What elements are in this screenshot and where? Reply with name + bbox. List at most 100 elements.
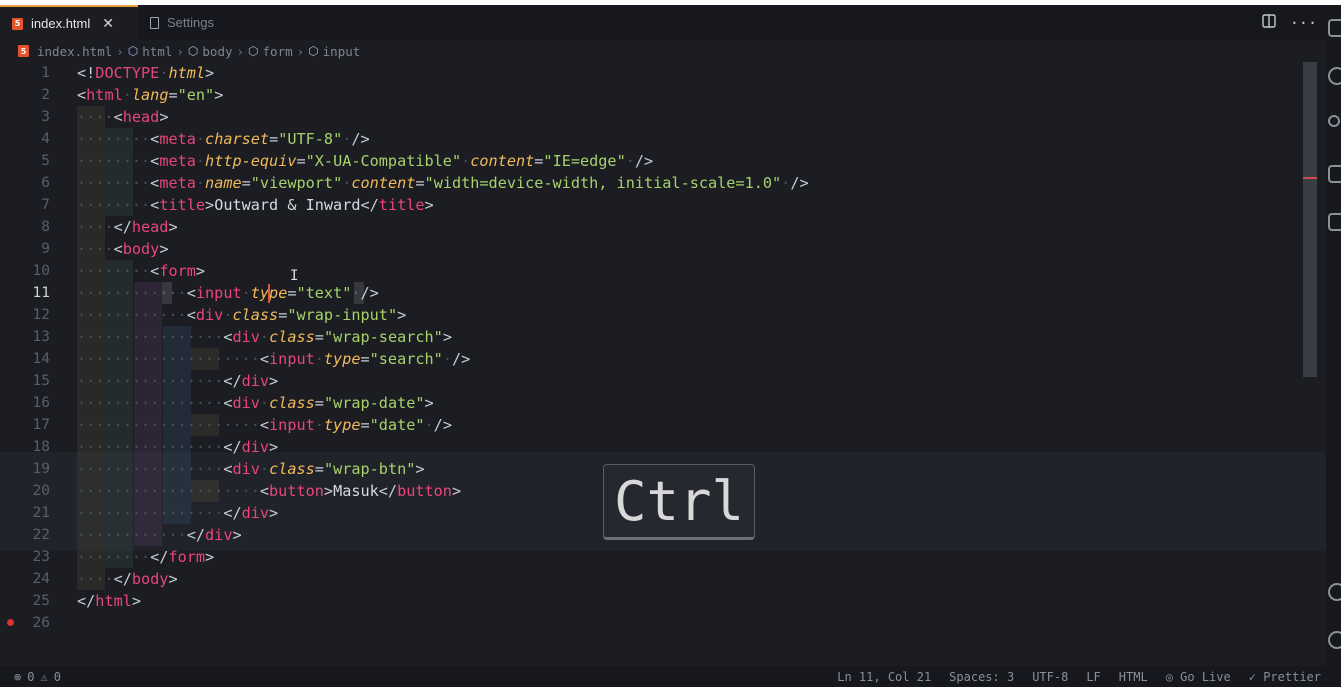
editor-tab-bar: 5 index.html ✕ Settings xyxy=(0,5,1326,40)
code-line[interactable]: 3 ····<head> xyxy=(0,106,1300,128)
status-problems[interactable]: ⊗ 0 ⚠ 0 xyxy=(14,666,61,687)
breadcrumb-item[interactable]: html xyxy=(142,44,172,59)
code-line[interactable]: 6 ········<meta·name="viewport"·content="… xyxy=(0,172,1300,194)
code-line[interactable]: 12 ············<div·class="wrap-input"> xyxy=(0,304,1300,326)
error-icon: ⊗ xyxy=(14,669,22,684)
line-number: 19 xyxy=(32,461,50,477)
code-line[interactable]: 18 ················</div> xyxy=(0,436,1300,458)
explorer-icon[interactable] xyxy=(1328,19,1341,37)
line-number: 5 xyxy=(41,153,50,169)
line-number: 23 xyxy=(32,549,50,565)
settings-gear-icon[interactable] xyxy=(1328,631,1341,649)
prettier-button[interactable]: ✓ Prettier xyxy=(1249,670,1321,684)
go-live-label: Go Live xyxy=(1180,669,1231,684)
line-number: 25 xyxy=(32,593,50,609)
line-code: ········</form> xyxy=(77,548,215,566)
element-icon: ⬡ xyxy=(248,44,259,58)
code-line[interactable]: 9 ····<body> xyxy=(0,238,1300,260)
scrollbar-marker xyxy=(1303,177,1317,179)
warning-icon: ⚠ xyxy=(40,669,48,684)
html5-icon: 5 xyxy=(18,45,29,57)
line-number: 14 xyxy=(32,351,50,367)
source-control-icon[interactable] xyxy=(1328,115,1340,127)
line-code: ················</div> xyxy=(77,372,279,390)
code-line[interactable]: 17 ····················<input·type="date"… xyxy=(0,414,1300,436)
search-icon[interactable] xyxy=(1328,67,1341,85)
line-number: 2 xyxy=(41,87,50,103)
line-code: ········<meta·http-equiv="X-UA-Compatibl… xyxy=(77,152,654,170)
code-line[interactable]: 2 <html·lang="en"> xyxy=(0,84,1300,106)
breadcrumb-item[interactable]: body xyxy=(202,44,232,59)
code-line[interactable]: 23 ········</form> xyxy=(0,546,1300,568)
error-count: 0 xyxy=(27,669,35,684)
breadcrumb-item[interactable]: index.html xyxy=(37,44,112,59)
code-line[interactable]: 4 ········<meta·charset="UTF-8"·/> xyxy=(0,128,1300,150)
chevron-right-icon: › xyxy=(176,43,184,59)
cursor-position[interactable]: Ln 11, Col 21 xyxy=(837,670,931,684)
status-bar: ⊗ 0 ⚠ 0 Ln 11, Col 21 Spaces: 3 UTF-8 LF… xyxy=(0,666,1341,687)
line-number: 1 xyxy=(41,65,50,81)
line-number: 20 xyxy=(32,483,50,499)
bracket-match-open xyxy=(162,282,172,304)
line-code: ················<div·class="wrap-btn"> xyxy=(77,460,425,478)
more-actions-icon[interactable]: ··· xyxy=(1290,14,1317,32)
end-of-line[interactable]: LF xyxy=(1086,670,1100,684)
line-code: ············<input·type="text"·/> xyxy=(77,284,379,302)
language-mode[interactable]: HTML xyxy=(1119,670,1148,684)
tab-actions: ··· xyxy=(1262,5,1317,40)
code-line[interactable]: 8 ····</head> xyxy=(0,216,1300,238)
breadcrumb-item[interactable]: form xyxy=(263,44,293,59)
breadcrumb: 5 index.html › ⬡ html › ⬡ body › ⬡ form … xyxy=(0,40,1326,62)
chevron-right-icon: › xyxy=(116,43,124,59)
line-code: <html·lang="en"> xyxy=(77,86,224,104)
chevron-right-icon: › xyxy=(296,43,305,59)
debug-icon[interactable] xyxy=(1328,165,1341,183)
line-code: ····</head> xyxy=(77,218,178,236)
element-icon: ⬡ xyxy=(187,44,199,58)
code-line[interactable]: 10 ········<form> xyxy=(0,260,1300,282)
code-line[interactable]: 16 ················<div·class="wrap-date"… xyxy=(0,392,1300,414)
line-number: 11 xyxy=(32,285,50,301)
go-live-button[interactable]: ◎ Go Live xyxy=(1166,670,1231,684)
code-line[interactable]: 14 ····················<input·type="searc… xyxy=(0,348,1300,370)
line-number: 4 xyxy=(41,131,50,147)
line-number: 6 xyxy=(41,175,50,191)
line-number: 13 xyxy=(32,329,50,345)
code-line[interactable]: 5 ········<meta·http-equiv="X-UA-Compatib… xyxy=(0,150,1300,172)
chevron-right-icon: › xyxy=(236,43,245,59)
line-number: 16 xyxy=(32,395,50,411)
prettier-label: Prettier xyxy=(1263,669,1321,684)
code-line[interactable]: 7 ········<title>Outward & Inward</title> xyxy=(0,194,1300,216)
code-editor[interactable]: 1 <!DOCTYPE·html> 2 <html·lang="en"> 3 ····<h… xyxy=(0,62,1326,666)
code-line[interactable]: 25 </html> xyxy=(0,590,1300,612)
code-line[interactable]: 26 xyxy=(0,612,1300,634)
line-number: 17 xyxy=(32,417,50,433)
line-code: ········<title>Outward & Inward</title> xyxy=(77,196,434,214)
check-icon: ✓ xyxy=(1248,669,1256,684)
encoding[interactable]: UTF-8 xyxy=(1032,670,1068,684)
breakpoint-dot[interactable] xyxy=(7,619,14,626)
vertical-scrollbar[interactable] xyxy=(1303,62,1317,377)
split-editor-icon[interactable] xyxy=(1262,13,1276,32)
code-line[interactable]: 15 ················</div> xyxy=(0,370,1300,392)
line-number: 12 xyxy=(32,307,50,323)
line-code: </html> xyxy=(77,592,142,610)
extensions-icon[interactable] xyxy=(1328,213,1341,231)
tab-index-html[interactable]: 5 index.html ✕ xyxy=(0,5,138,40)
line-number: 9 xyxy=(41,241,50,257)
indentation[interactable]: Spaces: 3 xyxy=(949,670,1014,684)
line-code: ····················<input·type="search"… xyxy=(77,350,471,368)
line-code: ················<div·class="wrap-date"> xyxy=(77,394,434,412)
code-line[interactable]: 24 ····</body> xyxy=(0,568,1300,590)
code-line[interactable]: 13 ················<div·class="wrap-searc… xyxy=(0,326,1300,348)
account-icon[interactable] xyxy=(1328,583,1341,601)
file-icon xyxy=(150,16,159,29)
code-line[interactable]: 11 ············<input·type="text"·/> xyxy=(0,282,1300,304)
close-icon[interactable]: ✕ xyxy=(102,15,114,32)
line-code: ············<div·class="wrap-input"> xyxy=(77,306,407,324)
code-line[interactable]: 1 <!DOCTYPE·html> xyxy=(0,62,1300,84)
breadcrumb-item[interactable]: input xyxy=(323,44,361,59)
line-code: ············</div> xyxy=(77,526,242,544)
activity-bar xyxy=(1326,5,1341,666)
tab-settings[interactable]: Settings xyxy=(138,5,248,40)
